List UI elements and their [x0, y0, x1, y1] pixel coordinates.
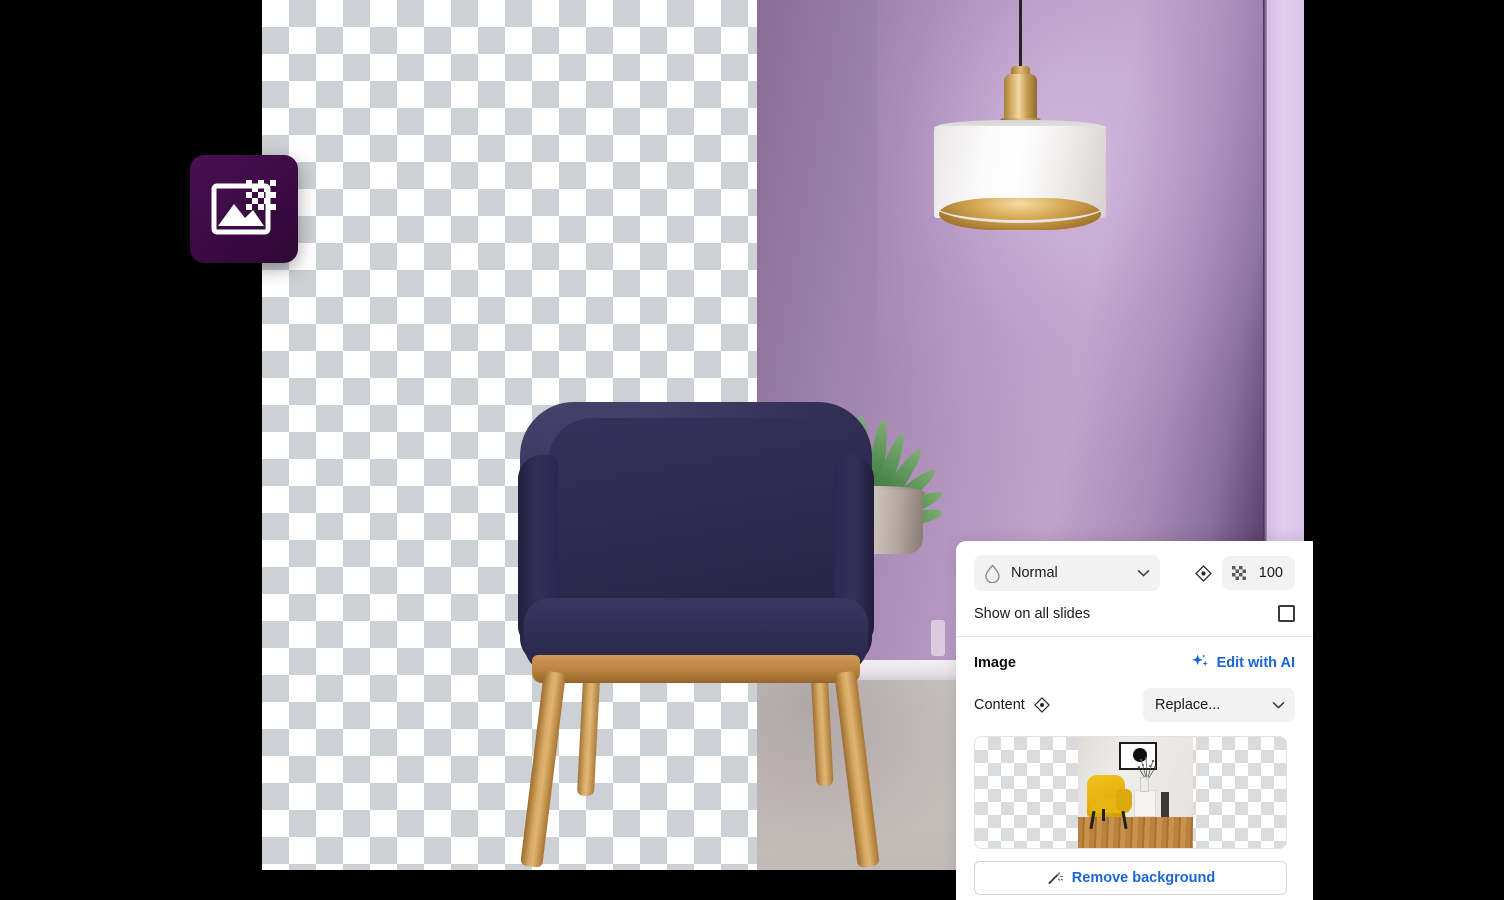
- droplet-icon: [985, 563, 1000, 583]
- chevron-down-icon: [1137, 569, 1150, 577]
- diamond-keyframe-icon[interactable]: [1033, 697, 1050, 713]
- show-on-all-slides-checkbox[interactable]: [1278, 605, 1295, 622]
- image-thumbnail-preview[interactable]: [974, 736, 1287, 849]
- replace-label: Replace...: [1155, 697, 1221, 713]
- lamp-cord: [1019, 0, 1022, 74]
- opacity-group: 100: [1195, 556, 1295, 590]
- opacity-value: 100: [1258, 565, 1283, 581]
- blend-mode-value: Normal: [1011, 565, 1058, 581]
- blend-opacity-row: Normal 100: [956, 541, 1313, 597]
- content-label-wrap: Content: [974, 697, 1050, 713]
- remove-background-label: Remove background: [1071, 870, 1216, 886]
- opacity-input[interactable]: 100: [1222, 556, 1295, 590]
- remove-background-wrap: Remove background: [956, 849, 1313, 895]
- checker-transparency-icon: [1232, 566, 1246, 580]
- content-row: Content Replace...: [956, 680, 1313, 728]
- blend-mode-select[interactable]: Normal: [974, 555, 1160, 591]
- image-section-title: Image: [974, 654, 1016, 671]
- image-section-header: Image Edit with AI: [956, 637, 1313, 680]
- thumbnail-photo: [1078, 737, 1193, 848]
- show-on-all-slides-row[interactable]: Show on all slides: [956, 597, 1313, 637]
- potted-plant: [773, 372, 969, 656]
- remove-background-button[interactable]: Remove background: [974, 861, 1287, 895]
- chevron-down-icon: [1272, 701, 1285, 709]
- image-transparency-icon[interactable]: [190, 155, 298, 263]
- edit-with-ai-label: Edit with AI: [1216, 654, 1295, 671]
- thumbnail-wrap: [956, 728, 1313, 849]
- show-on-all-slides-label: Show on all slides: [974, 605, 1091, 622]
- magic-wand-icon: [1047, 871, 1063, 884]
- replace-select[interactable]: Replace...: [1143, 688, 1295, 722]
- image-transparency-glyph: [211, 180, 276, 235]
- edit-with-ai-button[interactable]: Edit with AI: [1191, 653, 1295, 672]
- plant-pot: [821, 490, 945, 656]
- sparkles-icon: [1191, 654, 1208, 666]
- screen-root: Normal 100 Show on all slides Image Edit…: [0, 0, 1504, 900]
- content-label: Content: [974, 697, 1025, 713]
- diamond-keyframe-icon[interactable]: [1195, 564, 1212, 582]
- image-properties-panel: Normal 100 Show on all slides Image Edit…: [956, 541, 1313, 900]
